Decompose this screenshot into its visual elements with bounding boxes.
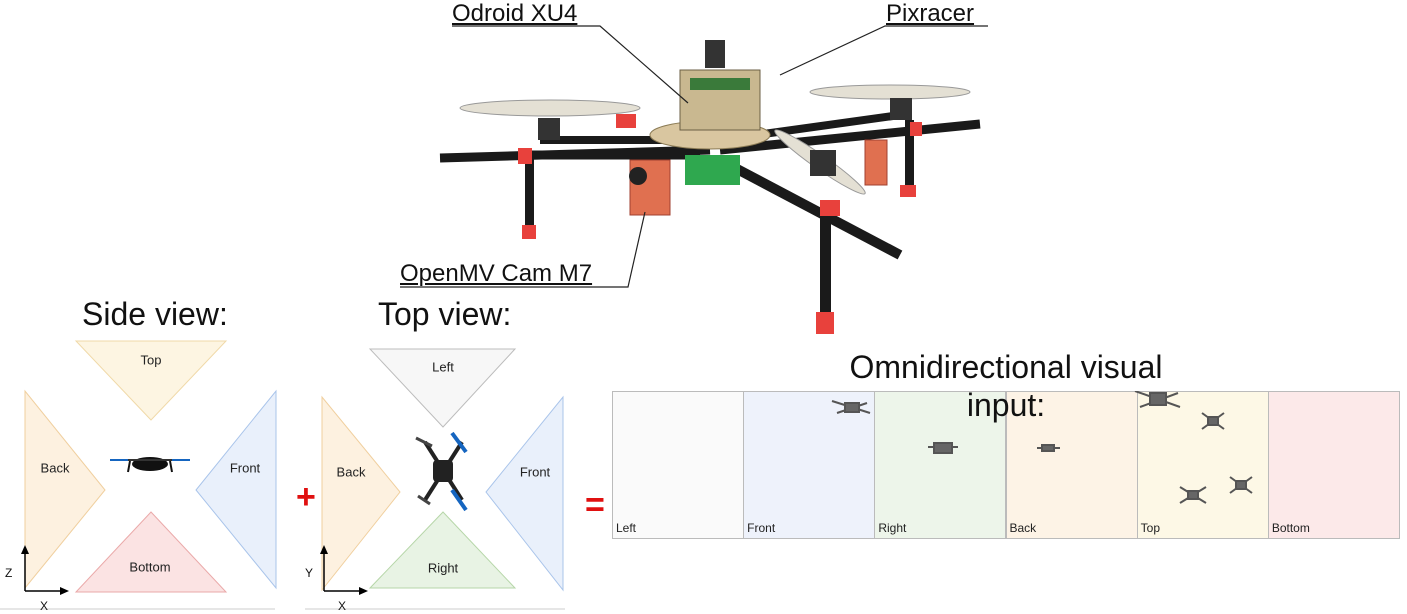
side-bottom-wedge (74, 511, 228, 593)
top-back-wedge (321, 395, 401, 592)
omni-title: Omnidirectional visual input: (796, 348, 1216, 424)
sighting-top-3 (1179, 486, 1207, 504)
top-right-label: Right (427, 560, 459, 576)
top-back-label: Back (336, 464, 366, 480)
side-axis-z-label: Z (5, 566, 13, 580)
equals-operator: = (585, 486, 605, 524)
sighting-top-4 (1229, 476, 1253, 494)
drone-side-icon (110, 457, 190, 473)
side-axis-x-label: X (40, 599, 49, 613)
top-front-wedge (485, 395, 564, 592)
side-front-wedge (195, 389, 277, 590)
side-back-wedge (24, 389, 106, 590)
top-axis-y-label: Y (305, 566, 314, 580)
side-top-label: Top (140, 352, 162, 368)
side-bottom-label: Bottom (129, 559, 171, 575)
callout-odroid: Odroid XU4 (452, 0, 578, 27)
callout-pixracer: Pixracer (886, 0, 975, 27)
omni-title-line1: Omnidirectional visual (849, 349, 1163, 385)
top-left-label: Left (432, 359, 454, 375)
side-back-label: Back (40, 460, 70, 476)
drone-top-icon (415, 431, 468, 512)
side-front-label: Front (229, 460, 261, 476)
sighting-right (928, 442, 958, 454)
omni-title-line2: input: (966, 387, 1046, 423)
callout-openmv: OpenMV Cam M7 (400, 260, 593, 287)
side-view-title: Side view: (82, 296, 228, 332)
top-front-label: Front (519, 464, 551, 480)
top-axis-x-label: X (338, 599, 347, 613)
top-view-title: Top view: (378, 296, 512, 332)
top-right-wedge (368, 511, 517, 589)
sighting-back (1037, 444, 1060, 452)
